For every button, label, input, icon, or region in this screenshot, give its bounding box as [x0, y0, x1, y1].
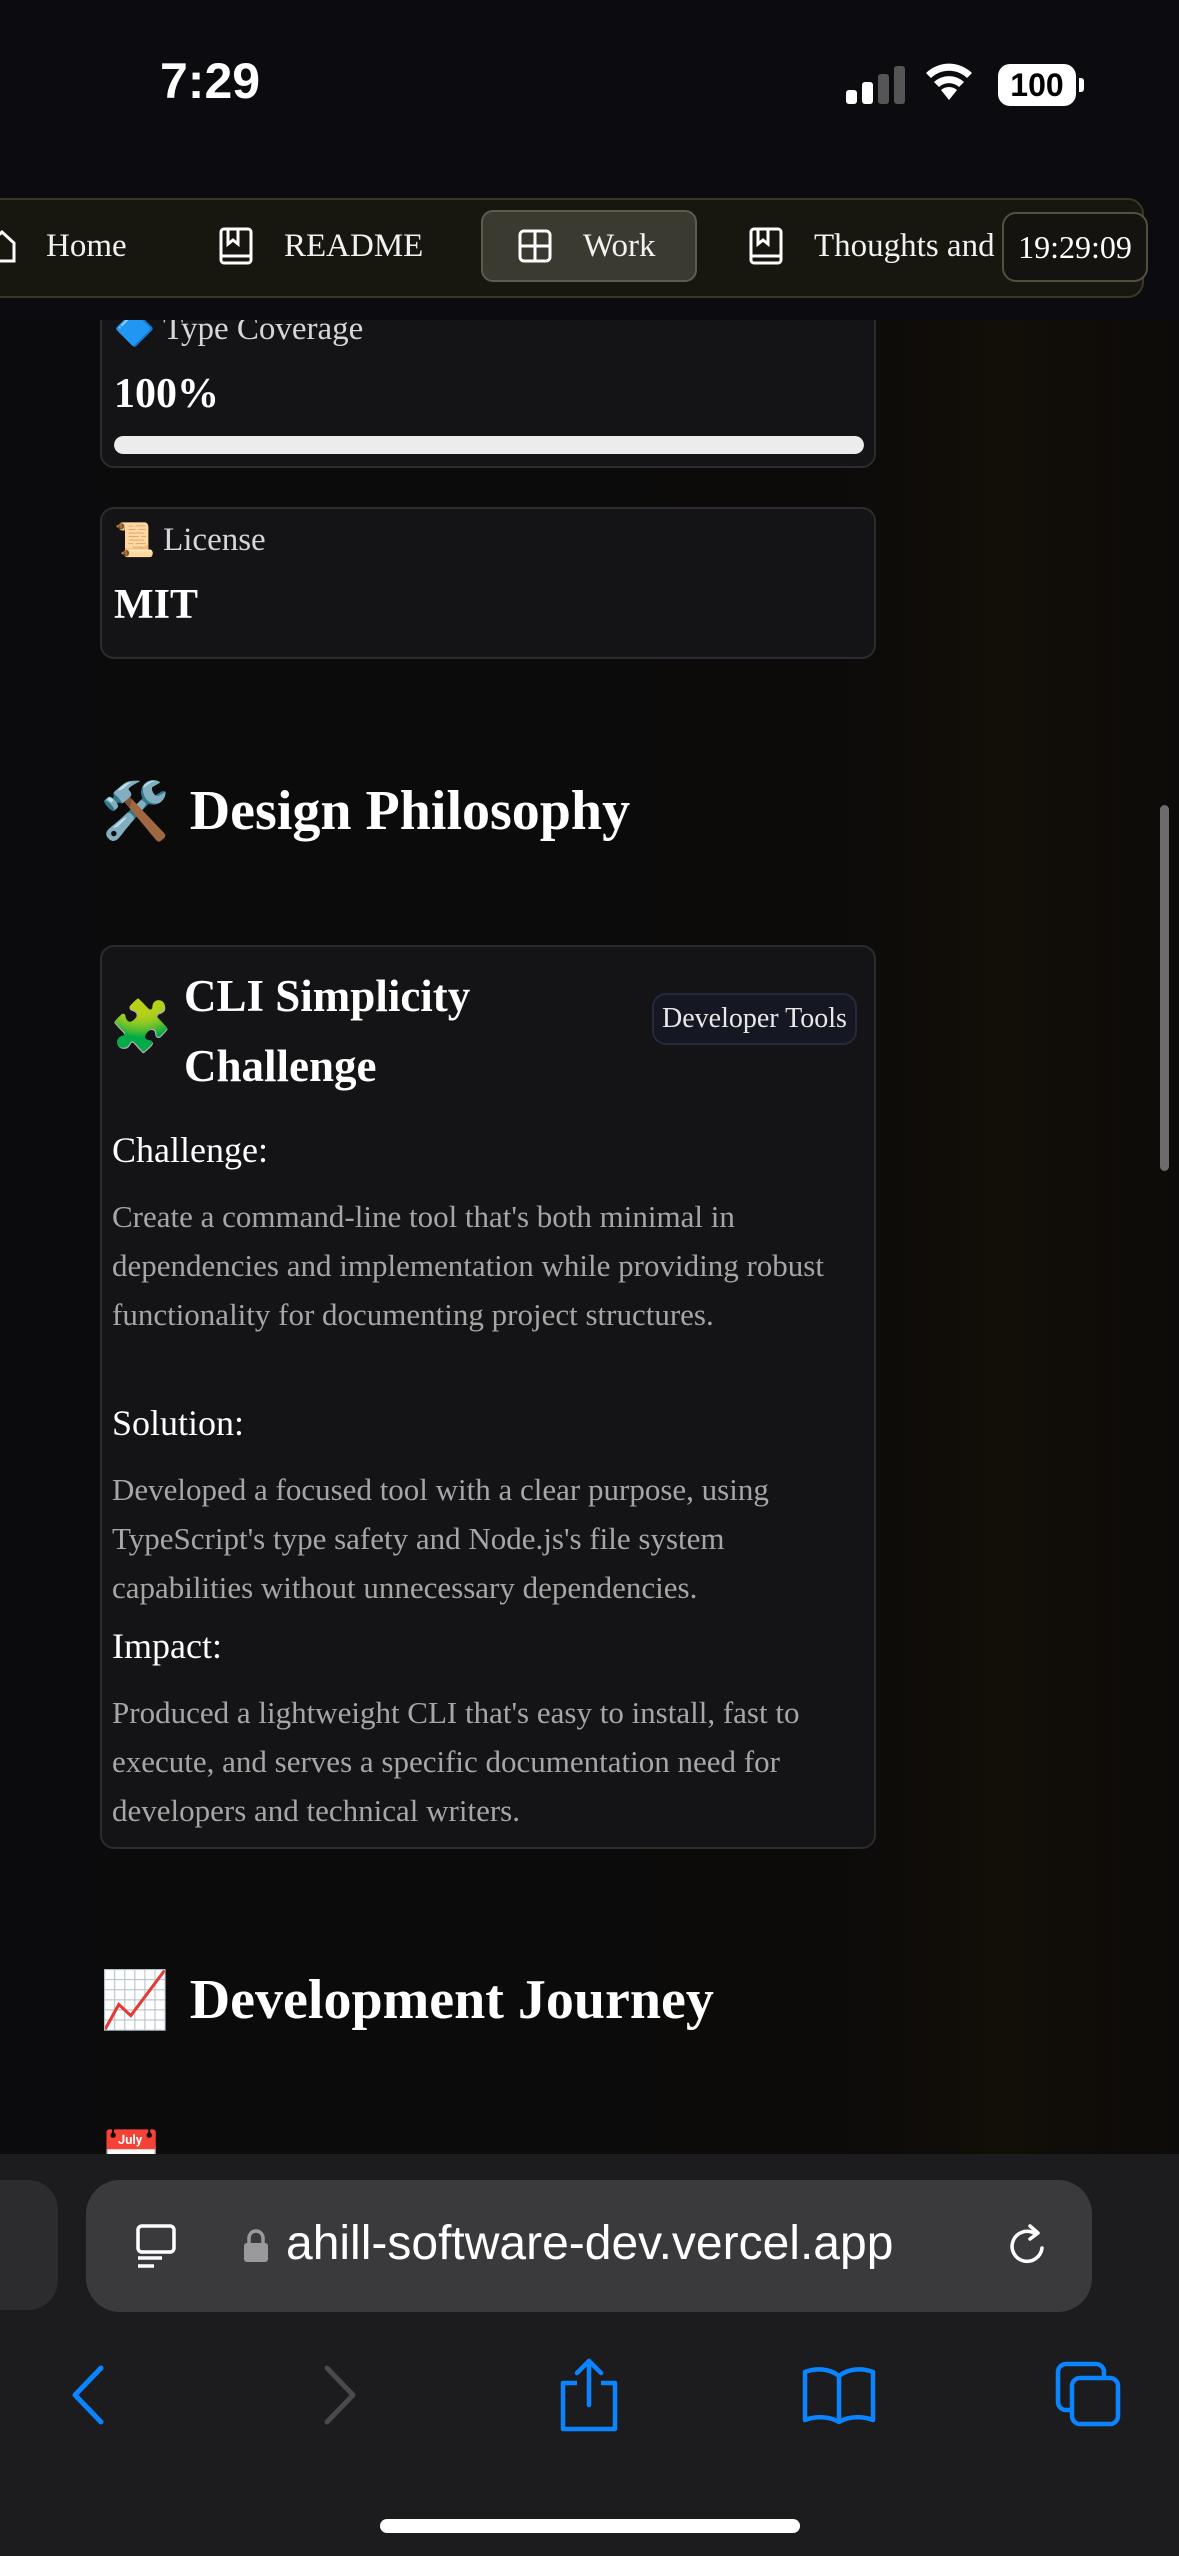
scrollbar[interactable]: [1160, 805, 1169, 1171]
clock-badge: 19:29:09: [1002, 212, 1148, 282]
home-icon: [0, 229, 16, 263]
nav-item-label: Thoughts and: [814, 227, 995, 264]
tabs-icon: [1055, 2361, 1121, 2427]
tabs-button[interactable]: [1034, 2340, 1144, 2450]
lock-icon: [244, 2229, 268, 2262]
reload-icon[interactable]: [1004, 2222, 1052, 2270]
nav-item-thoughts[interactable]: Thoughts and: [748, 210, 1002, 282]
nav-item-label: README: [284, 227, 424, 264]
browser-bottom-bar: ahill-software-dev.vercel.app: [0, 2154, 1179, 2556]
cellular-signal-icon: [846, 64, 906, 104]
progress-bar: [114, 436, 864, 454]
battery-tip: [1079, 78, 1084, 92]
chevron-right-icon: [324, 2365, 356, 2425]
top-navigation: Home README Work Thoughts and 19:29:09: [0, 170, 1179, 320]
back-button[interactable]: [32, 2340, 142, 2450]
share-icon: [560, 2358, 618, 2432]
category-tag: Developer Tools: [652, 993, 857, 1045]
page-menu-icon[interactable]: [134, 2222, 182, 2270]
wifi-icon: [926, 63, 972, 100]
forward-button[interactable]: [286, 2340, 396, 2450]
url-text: ahill-software-dev.vercel.app: [286, 2217, 894, 2270]
challenge-text: Create a command-line tool that's both m…: [112, 1199, 824, 1332]
metric-card-license: 📜 License MIT: [100, 507, 876, 659]
nav-item-home[interactable]: Home: [0, 210, 148, 282]
bookmarks-button[interactable]: [784, 2340, 894, 2450]
battery-icon: 100: [998, 64, 1076, 106]
open-book-icon: [802, 2367, 876, 2425]
nav-item-label: Work: [583, 227, 656, 264]
impact-label: Impact:: [112, 1626, 222, 1666]
section-heading-text: Design Philosophy: [189, 780, 631, 842]
metric-label: License: [163, 522, 266, 558]
nav-item-work[interactable]: Work: [481, 210, 697, 282]
philosophy-card-title: CLI Simplicity Challenge: [184, 971, 471, 1091]
home-indicator: [380, 2519, 800, 2533]
section-heading-development-journey: 📈 Development Journey: [100, 1967, 714, 2033]
metric-value: MIT: [114, 582, 198, 628]
chart-increasing-icon: 📈: [100, 1970, 170, 2032]
impact-text: Produced a lightweight CLI that's easy t…: [112, 1695, 800, 1828]
book-icon: [219, 227, 253, 265]
nav-item-label: Home: [46, 227, 127, 264]
solution-text: Developed a focused tool with a clear pu…: [112, 1472, 769, 1605]
share-button[interactable]: [534, 2340, 644, 2450]
metric-card-type-coverage: 🔷 Type Coverage 100%: [100, 296, 876, 468]
previous-tab-preview[interactable]: [0, 2180, 58, 2310]
progress-fill: [114, 436, 864, 454]
scroll-icon: 📜: [114, 523, 156, 559]
section-heading-design-philosophy: 🛠️ Design Philosophy: [100, 778, 630, 844]
status-time: 7:29: [160, 53, 261, 109]
address-bar[interactable]: ahill-software-dev.vercel.app: [86, 2180, 1092, 2312]
challenge-label: Challenge:: [112, 1130, 268, 1170]
tools-icon: 🛠️: [100, 781, 170, 843]
metric-value: 100%: [114, 371, 219, 417]
section-heading-text: Development Journey: [189, 1969, 714, 2031]
chevron-left-icon: [72, 2365, 104, 2425]
philosophy-card: 🧩 CLI Simplicity Challenge Developer Too…: [100, 945, 876, 1849]
grid-icon: [518, 229, 552, 263]
status-bar: 7:29 100: [0, 0, 1179, 170]
solution-label: Solution:: [112, 1403, 245, 1443]
puzzle-icon: 🧩: [110, 998, 173, 1054]
nav-item-readme[interactable]: README: [218, 210, 458, 282]
book-icon: [749, 227, 783, 265]
